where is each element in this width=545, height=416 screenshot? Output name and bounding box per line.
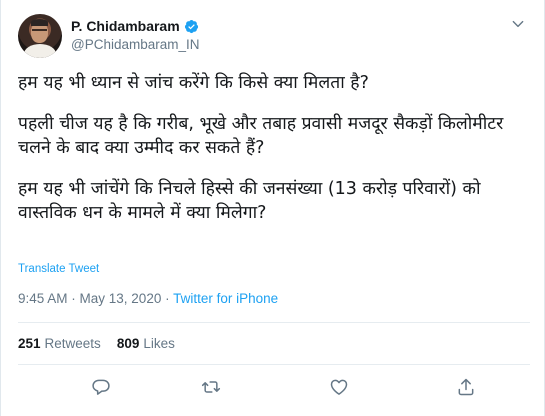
tweet-stats: 251 Retweets 809 Likes (18, 336, 175, 351)
avatar[interactable] (18, 14, 62, 58)
likes-stat[interactable]: 809 Likes (117, 336, 175, 351)
tweet-paragraph: पहली चीज यह है कि गरीब, भूखे और तबाह प्र… (18, 114, 504, 158)
tweet-date[interactable]: May 13, 2020 (80, 291, 162, 306)
likes-count: 809 (116, 336, 140, 351)
likes-label: Likes (143, 336, 175, 351)
translate-tweet-link[interactable]: Translate Tweet (18, 263, 99, 275)
reply-icon[interactable] (90, 376, 112, 398)
verified-badge-icon (184, 19, 199, 34)
tweet-source-link[interactable]: Twitter for iPhone (173, 291, 278, 306)
meta-separator: · (67, 291, 80, 306)
author-display-name[interactable]: P. Chidambaram (71, 18, 180, 34)
tweet-actions (1, 376, 544, 398)
retweets-label: Retweets (44, 336, 101, 351)
tweet-paragraph: हम यह भी जांचेंगे कि निचले हिस्से की जनस… (18, 179, 481, 223)
tweet-header: P. Chidambaram @PChidambaram_IN (18, 12, 530, 58)
chevron-down-icon[interactable] (508, 14, 528, 34)
divider (18, 322, 530, 323)
retweets-count: 251 (18, 336, 41, 351)
meta-separator: · (161, 291, 174, 306)
retweet-icon[interactable] (200, 376, 222, 398)
author-handle[interactable]: @PChidambaram_IN (71, 37, 200, 52)
tweet-meta: 9:45 AM · May 13, 2020 · Twitter for iPh… (18, 291, 278, 306)
tweet-time[interactable]: 9:45 AM (18, 291, 68, 306)
author-info[interactable]: P. Chidambaram @PChidambaram_IN (71, 17, 200, 52)
share-icon[interactable] (455, 376, 477, 398)
tweet-card: P. Chidambaram @PChidambaram_IN हम यह भी… (0, 0, 545, 416)
retweets-stat[interactable]: 251 Retweets (18, 336, 101, 351)
heart-icon[interactable] (328, 376, 350, 398)
tweet-paragraph: हम यह भी ध्यान से जांच करेंगे कि किसे क्… (18, 73, 369, 93)
tweet-text: हम यह भी ध्यान से जांच करेंगे कि किसे क्… (18, 71, 528, 225)
divider (18, 364, 530, 365)
